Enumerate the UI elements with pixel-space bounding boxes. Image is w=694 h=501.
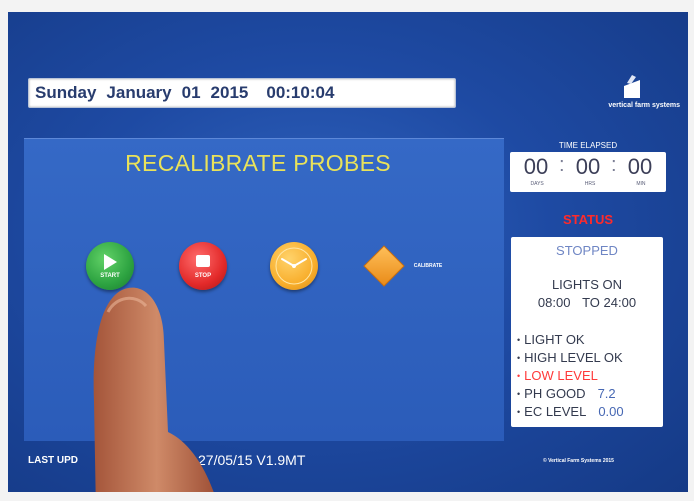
start-label: START xyxy=(100,273,120,279)
status-check: • PH GOOD 7.2 xyxy=(517,385,659,403)
bullet-icon: • xyxy=(517,389,521,399)
stop-label: STOP xyxy=(194,273,212,279)
bullet-icon: • xyxy=(517,407,521,417)
timer-button[interactable] xyxy=(270,242,318,290)
brand-logo: vertical farm systems xyxy=(560,74,680,114)
calibrate-label: CALIBRATE xyxy=(413,263,443,269)
check-text: LOW LEVEL xyxy=(524,368,598,383)
lights-from: 08:00 xyxy=(537,295,571,310)
check-text: EC LEVEL xyxy=(524,404,587,419)
day: 01 xyxy=(181,83,201,102)
weekday: Sunday xyxy=(35,83,97,102)
touch-screen: Sunday January 01 2015 00:10:04 vertical… xyxy=(8,12,688,492)
separator: : xyxy=(559,154,565,176)
status-check: • EC LEVEL 0.00 xyxy=(517,403,659,421)
status-heading: STATUS xyxy=(562,212,614,227)
lights-to-label: TO xyxy=(582,295,600,310)
unit-min: MIN xyxy=(636,181,646,187)
month: January xyxy=(106,83,172,102)
time-elapsed-label: TIME ELAPSED xyxy=(558,141,618,150)
last-updated-label: LAST UPD xyxy=(28,455,78,466)
diamond-icon xyxy=(363,245,405,287)
play-icon xyxy=(104,254,117,270)
bullet-icon: • xyxy=(517,335,521,345)
status-check: • HIGH LEVEL OK xyxy=(517,349,659,367)
check-text: HIGH LEVEL OK xyxy=(524,350,623,365)
lights-to: 24:00 xyxy=(603,295,637,310)
ec-value: 0.00 xyxy=(598,404,624,419)
ph-value: 7.2 xyxy=(597,386,616,401)
page-title: RECALIBRATE PROBES xyxy=(125,150,391,176)
brand-name: vertical farm systems xyxy=(608,102,680,109)
check-text: LIGHT OK xyxy=(524,332,585,347)
time-elapsed-display: 00 00 00 : : DAYS HRS MIN xyxy=(510,152,666,192)
status-panel: STOPPED LIGHTS ON 08:00 TO 24:00 • LIGHT… xyxy=(511,237,663,427)
pointing-finger-icon xyxy=(93,287,214,492)
elapsed-min: 00 xyxy=(627,154,653,179)
bullet-icon: • xyxy=(517,371,521,381)
calibrate-button[interactable]: CALIBRATE xyxy=(362,244,442,288)
bullet-icon: • xyxy=(517,353,521,363)
datetime-bar: Sunday January 01 2015 00:10:04 xyxy=(28,78,456,108)
check-text: PH GOOD xyxy=(524,386,586,401)
unit-hrs: HRS xyxy=(584,181,596,187)
separator: : xyxy=(611,154,617,176)
lights-schedule: 08:00 TO 24:00 xyxy=(511,295,663,310)
status-state: STOPPED xyxy=(556,243,618,258)
farm-logo-icon xyxy=(624,75,640,98)
status-check-alert: • LOW LEVEL xyxy=(517,367,659,385)
status-check: • LIGHT OK xyxy=(517,331,659,349)
status-checks: • LIGHT OK • HIGH LEVEL OK • LOW LEVEL •… xyxy=(517,331,659,421)
clock-icon xyxy=(275,247,313,285)
unit-days: DAYS xyxy=(530,181,544,187)
elapsed-hrs: 00 xyxy=(575,154,601,179)
copyright-text: © Vertical Farm Systems 2015 xyxy=(543,458,614,464)
lights-on-label: LIGHTS ON xyxy=(551,277,623,292)
year: 2015 xyxy=(210,83,249,102)
stop-icon xyxy=(196,255,210,267)
elapsed-days: 00 xyxy=(523,154,549,179)
clock-time: 00:10:04 xyxy=(266,83,335,102)
